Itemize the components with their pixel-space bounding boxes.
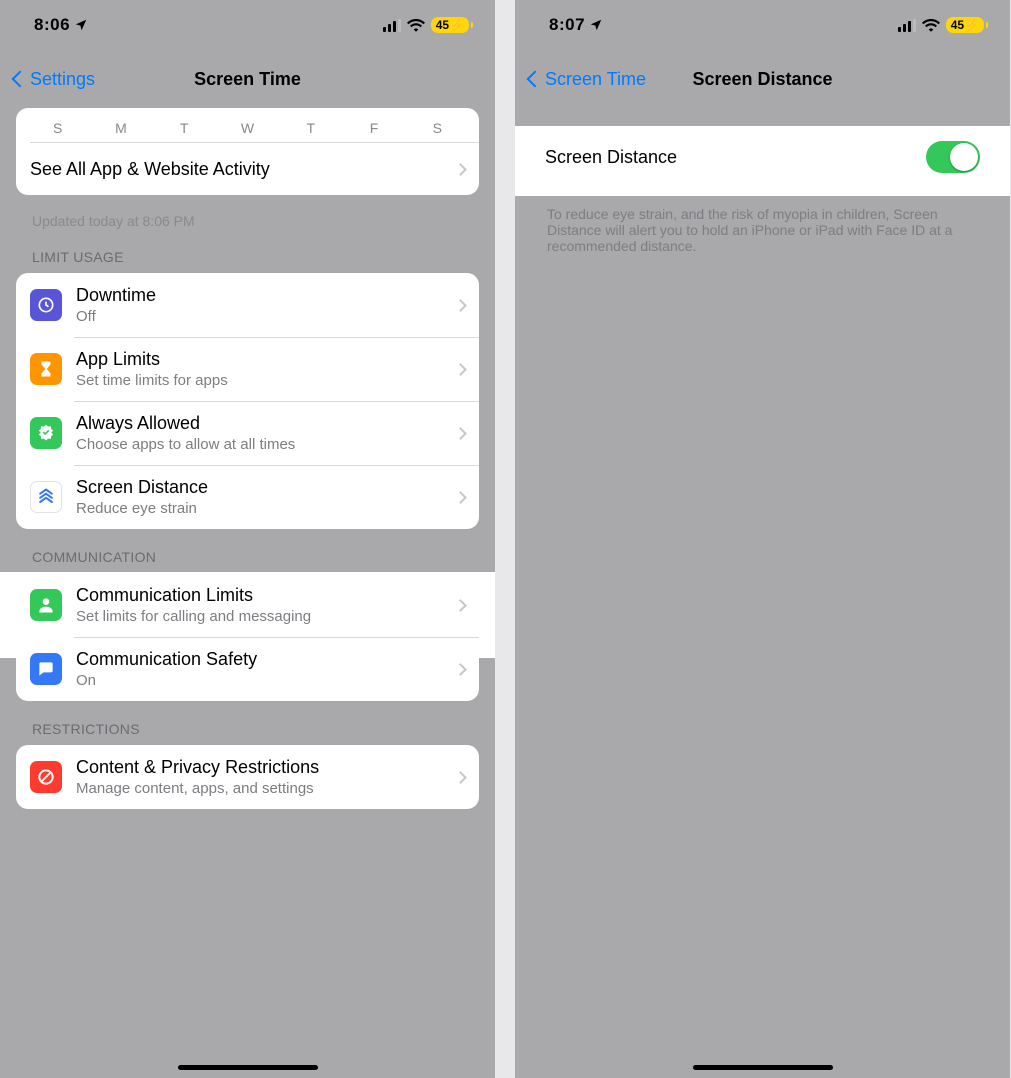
screen-distance-sub: Reduce eye strain (76, 500, 448, 517)
battery-badge: 45⚡ (946, 17, 984, 33)
downtime-row[interactable]: Downtime Off (16, 273, 479, 337)
always-allowed-row[interactable]: Always Allowed Choose apps to allow at a… (16, 401, 479, 465)
nav-bar: Screen Time Screen Distance (515, 50, 1010, 108)
screenshot-screen-time: 8:06 45⚡ Settings Screen Time S M T W T … (0, 0, 495, 1078)
chevron-right-icon (454, 427, 467, 440)
screen-distance-icon (30, 481, 62, 513)
nav-bar: Settings Screen Time (0, 50, 495, 108)
wifi-icon (922, 18, 940, 32)
see-all-activity-label: See All App & Website Activity (30, 159, 448, 180)
chevron-left-icon (527, 71, 544, 88)
downtime-title: Downtime (76, 285, 448, 306)
always-allowed-title: Always Allowed (76, 413, 448, 434)
comm-limits-title: Communication Limits (76, 585, 448, 606)
chevron-left-icon (12, 71, 29, 88)
status-time: 8:07 (549, 15, 603, 35)
comm-safety-title: Communication Safety (76, 649, 448, 670)
downtime-sub: Off (76, 308, 448, 325)
toggle-knob (950, 143, 978, 171)
day-m: M (89, 120, 152, 136)
screen-distance-toggle-row[interactable]: Screen Distance (531, 126, 994, 188)
restrictions-group: Content & Privacy Restrictions Manage co… (16, 745, 479, 809)
see-all-activity-row[interactable]: See All App & Website Activity (16, 143, 479, 195)
chevron-right-icon (454, 491, 467, 504)
back-label: Settings (30, 69, 95, 90)
chevron-right-icon (454, 363, 467, 376)
day-s2: S (406, 120, 469, 136)
no-entry-icon (30, 761, 62, 793)
app-limits-sub: Set time limits for apps (76, 372, 448, 389)
chevron-right-icon (454, 663, 467, 676)
screen-distance-row[interactable]: Screen Distance Reduce eye strain (16, 465, 479, 529)
screen-distance-title: Screen Distance (76, 477, 448, 498)
status-bar: 8:06 45⚡ (0, 0, 495, 50)
clock-label: 8:07 (549, 15, 585, 35)
communication-group: Communication Limits Set limits for call… (16, 573, 479, 701)
chevron-right-icon (454, 163, 467, 176)
day-t2: T (279, 120, 342, 136)
status-bar: 8:07 45⚡ (515, 0, 1010, 50)
screenshot-screen-distance: 8:07 45⚡ Screen Time Screen Distance Scr… (515, 0, 1010, 1078)
screen-distance-toggle-group: Screen Distance (531, 126, 994, 188)
screen-distance-toggle[interactable] (926, 141, 980, 173)
always-allowed-sub: Choose apps to allow at all times (76, 436, 448, 453)
clock-label: 8:06 (34, 15, 70, 35)
day-s: S (26, 120, 89, 136)
home-indicator (693, 1065, 833, 1070)
content-privacy-row[interactable]: Content & Privacy Restrictions Manage co… (16, 745, 479, 809)
home-indicator (178, 1065, 318, 1070)
toggle-title: Screen Distance (545, 147, 926, 168)
hourglass-icon (30, 353, 62, 385)
communication-header: COMMUNICATION (32, 549, 463, 565)
back-button[interactable]: Settings (14, 69, 95, 90)
location-icon (74, 18, 88, 32)
cellular-icon (898, 19, 916, 32)
back-button[interactable]: Screen Time (529, 69, 646, 90)
weekday-row: S M T W T F S (16, 112, 479, 142)
person-icon (30, 589, 62, 621)
back-label: Screen Time (545, 69, 646, 90)
battery-badge: 45⚡ (431, 17, 469, 33)
wifi-icon (407, 18, 425, 32)
communication-safety-row[interactable]: Communication Safety On (16, 637, 479, 701)
communication-limits-row[interactable]: Communication Limits Set limits for call… (16, 573, 479, 637)
activity-group: S M T W T F S See All App & Website Acti… (16, 108, 479, 195)
content-area: Screen Distance To reduce eye strain, an… (515, 108, 1010, 1078)
content-privacy-sub: Manage content, apps, and settings (76, 780, 448, 797)
comm-safety-sub: On (76, 672, 448, 689)
footer-description: To reduce eye strain, and the risk of my… (547, 206, 978, 254)
chevron-right-icon (454, 771, 467, 784)
comm-limits-sub: Set limits for calling and messaging (76, 608, 448, 625)
app-limits-row[interactable]: App Limits Set time limits for apps (16, 337, 479, 401)
chevron-right-icon (454, 299, 467, 312)
restrictions-header: RESTRICTIONS (32, 721, 463, 737)
check-badge-icon (30, 417, 62, 449)
chat-bubble-icon (30, 653, 62, 685)
cellular-icon (383, 19, 401, 32)
updated-label: Updated today at 8:06 PM (32, 213, 495, 229)
day-t: T (153, 120, 216, 136)
status-time: 8:06 (34, 15, 88, 35)
limit-usage-header: LIMIT USAGE (32, 249, 463, 265)
location-icon (589, 18, 603, 32)
downtime-icon (30, 289, 62, 321)
app-limits-title: App Limits (76, 349, 448, 370)
content-area: S M T W T F S See All App & Website Acti… (0, 108, 495, 1078)
day-f: F (342, 120, 405, 136)
page-title: Screen Distance (692, 69, 832, 90)
status-icons: 45⚡ (898, 17, 984, 33)
page-title: Screen Time (194, 69, 301, 90)
day-w: W (216, 120, 279, 136)
content-privacy-title: Content & Privacy Restrictions (76, 757, 448, 778)
chevron-right-icon (454, 599, 467, 612)
limit-usage-group: Downtime Off App Limits Set time limits … (16, 273, 479, 529)
status-icons: 45⚡ (383, 17, 469, 33)
